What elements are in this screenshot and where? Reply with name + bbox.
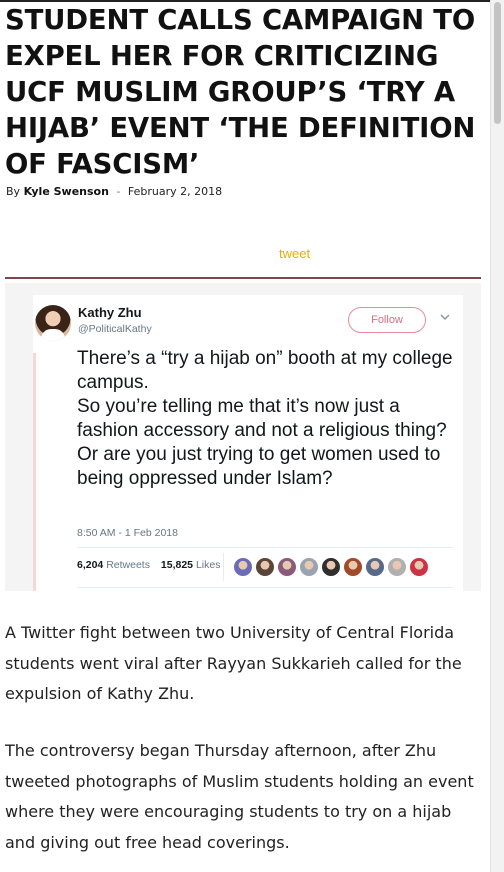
scrollbar-thumb[interactable] — [494, 2, 501, 124]
liker-avatar[interactable] — [277, 557, 297, 577]
tweet-divider — [77, 547, 453, 548]
liker-avatar[interactable] — [255, 557, 275, 577]
liker-avatar[interactable] — [321, 557, 341, 577]
chevron-down-icon[interactable] — [438, 310, 452, 324]
tweet-author-name[interactable]: Kathy Zhu — [78, 305, 142, 320]
liker-avatar[interactable] — [387, 557, 407, 577]
stats-separator — [223, 553, 224, 581]
profile-avatar[interactable] — [35, 305, 71, 341]
tweet-bottom-divider — [77, 587, 453, 588]
article-paragraph: A Twitter fight between two University o… — [5, 623, 462, 703]
tweet-text: There’s a “try a hijab on” booth at my c… — [77, 348, 453, 489]
liker-avatar[interactable] — [365, 557, 385, 577]
article-paragraph: The controversy began Thursday afternoon… — [5, 741, 474, 852]
byline-separator: - — [116, 185, 121, 198]
liker-avatar[interactable] — [409, 557, 429, 577]
tweet-stats: 6,204 Retweets 15,825 Likes — [77, 559, 220, 571]
liker-avatar[interactable] — [299, 557, 319, 577]
liker-avatar[interactable] — [233, 557, 253, 577]
tweet-timestamp[interactable]: 8:50 AM - 1 Feb 2018 — [77, 527, 178, 539]
byline: By Kyle Swenson - February 2, 2018 — [6, 185, 222, 198]
follow-button[interactable]: Follow — [348, 307, 426, 333]
tweet-author-handle[interactable]: @PoliticalKathy — [78, 323, 152, 335]
tweet-body: Kathy Zhu @PoliticalKathy Follow There’s… — [33, 295, 463, 591]
article-headline: STUDENT CALLS CAMPAIGN TO EXPEL HER FOR … — [5, 4, 476, 180]
likes-count[interactable]: 15,825 — [161, 559, 193, 571]
publish-date: February 2, 2018 — [127, 185, 223, 198]
tweet-embed-link[interactable]: tweet — [279, 246, 310, 261]
author-link[interactable]: Kyle Swenson — [24, 185, 109, 198]
retweets-count[interactable]: 6,204 — [77, 559, 103, 571]
embed-divider — [5, 277, 481, 279]
article-page: STUDENT CALLS CAMPAIGN TO EXPEL HER FOR … — [0, 0, 490, 872]
byline-prefix: By — [6, 185, 21, 198]
liker-avatar[interactable] — [343, 557, 363, 577]
tweet-accent-bar — [33, 353, 36, 591]
embedded-tweet[interactable]: Kathy Zhu @PoliticalKathy Follow There’s… — [5, 283, 481, 591]
scrollbar[interactable] — [490, 0, 504, 872]
retweets-label[interactable]: Retweets — [106, 559, 150, 571]
likes-label[interactable]: Likes — [196, 559, 221, 571]
